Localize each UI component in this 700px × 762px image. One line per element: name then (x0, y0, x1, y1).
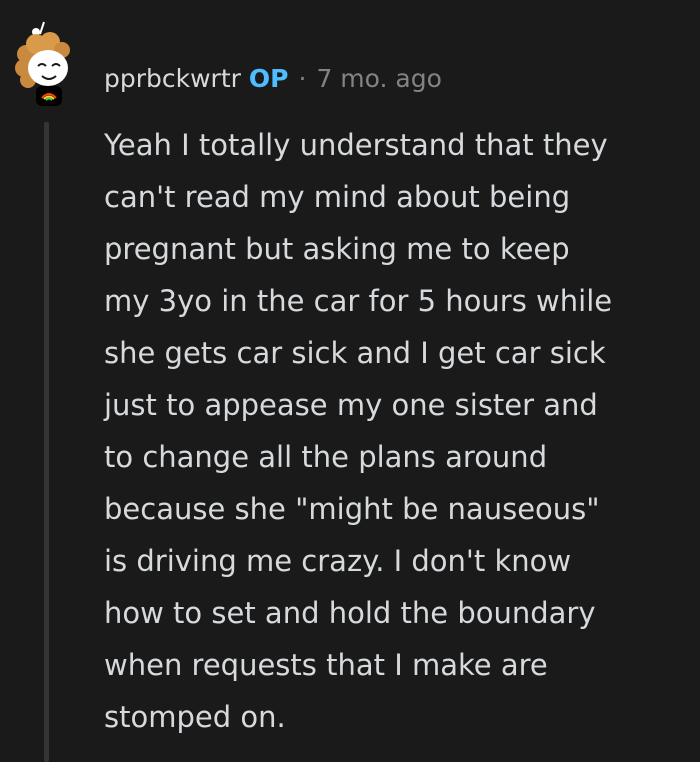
comment-body-line: she gets car sick and I get car sick (104, 336, 606, 370)
comment-body-line: can't read my mind about being (104, 180, 571, 214)
comment-body-line: pregnant but asking me to keep (104, 232, 570, 266)
comment-body-line: when requests that I make are (104, 648, 548, 682)
author-username[interactable]: pprbckwrtr (104, 64, 241, 93)
comment-body: Yeah I totally understand that they can'… (104, 119, 694, 743)
comment-body-line: is driving me crazy. I don't know (104, 544, 572, 578)
comment-body-line: stomped on. (104, 700, 286, 734)
user-avatar[interactable] (14, 20, 78, 110)
comment: pprbckwrtr OP · 7 mo. ago Yeah I totally… (0, 0, 700, 762)
comment-timestamp[interactable]: 7 mo. ago (316, 64, 441, 93)
comment-body-line: Yeah I totally understand that they (104, 128, 608, 162)
snoo-avatar-curly-hair-icon (15, 21, 70, 106)
op-badge: OP (248, 63, 289, 93)
comment-body-line: my 3yo in the car for 5 hours while (104, 284, 613, 318)
comment-header: pprbckwrtr OP · 7 mo. ago (104, 60, 442, 96)
thread-collapse-line[interactable] (44, 122, 49, 762)
comment-body-line: how to set and hold the boundary (104, 596, 596, 630)
comment-body-line: to change all the plans around (104, 440, 548, 474)
comment-body-line: because she "might be nauseous" (104, 492, 600, 526)
comment-body-line: just to appease my one sister and (104, 388, 598, 422)
separator-dot: · (298, 63, 307, 93)
